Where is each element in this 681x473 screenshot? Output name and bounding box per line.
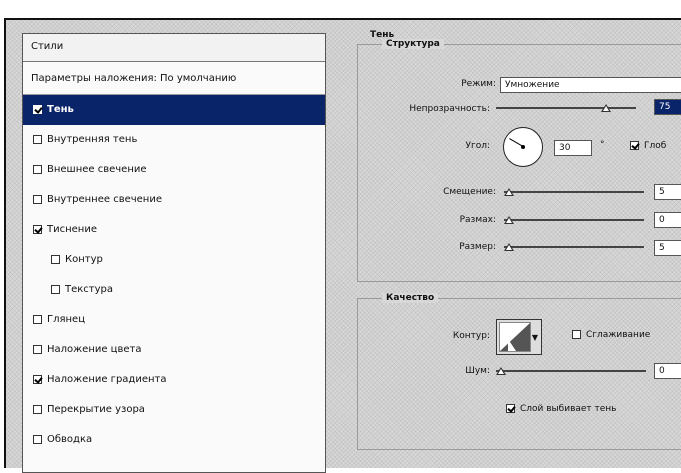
checkbox-icon[interactable] <box>33 164 42 174</box>
checkbox-icon[interactable] <box>33 194 42 204</box>
style-item-label: Тень <box>47 104 74 115</box>
spread-slider-track <box>504 219 644 221</box>
spread-slider-thumb[interactable] <box>504 216 514 224</box>
checkbox-icon[interactable] <box>33 104 42 114</box>
offset-slider[interactable] <box>504 187 644 197</box>
checkbox-icon[interactable] <box>33 434 42 444</box>
contour-label: Контур: <box>452 331 490 341</box>
style-item[interactable]: Обводка <box>23 425 325 455</box>
knockout-label: Слой выбивает тень <box>520 404 617 414</box>
style-item-label: Глянец <box>47 314 86 325</box>
checkbox-icon[interactable] <box>33 134 42 144</box>
angle-unit: ° <box>600 140 605 150</box>
style-item[interactable]: Глянец <box>23 305 325 335</box>
style-item-label: Тиснение <box>47 224 97 235</box>
global-light-label: Глоб <box>644 141 667 151</box>
style-item[interactable]: Контур <box>23 245 325 275</box>
contour-picker[interactable]: ▼ <box>496 319 542 355</box>
style-item[interactable]: Наложение цвета <box>23 335 325 365</box>
style-item-label: Наложение градиента <box>47 374 167 385</box>
style-item-label: Текстура <box>65 284 114 295</box>
quality-legend: Качество <box>382 293 439 303</box>
spread-field[interactable]: 0 <box>654 212 681 228</box>
noise-slider-track <box>496 370 646 372</box>
mode-label: Режим: <box>461 79 496 89</box>
styles-list-panel: Стили Параметры наложения: По умолчанию … <box>22 33 326 473</box>
style-item[interactable]: Внутреннее свечение <box>23 185 325 215</box>
style-item-label: Контур <box>65 254 103 265</box>
checkbox-icon[interactable] <box>630 140 639 150</box>
offset-label: Смещение: <box>443 187 496 197</box>
spread-label: Размах: <box>459 215 496 225</box>
opacity-slider-thumb[interactable] <box>601 104 611 112</box>
opacity-slider[interactable] <box>496 103 636 113</box>
global-light-checkbox[interactable]: Глоб <box>630 140 667 152</box>
angle-field[interactable]: 30 <box>554 140 592 156</box>
checkbox-icon[interactable] <box>33 314 42 324</box>
opacity-field[interactable]: 75 <box>654 99 681 115</box>
checkbox-icon[interactable] <box>33 404 42 414</box>
style-item[interactable]: Тиснение <box>23 215 325 245</box>
checkbox-icon[interactable] <box>506 403 515 413</box>
chevron-down-icon[interactable]: ▼ <box>532 333 538 342</box>
size-slider[interactable] <box>504 242 644 252</box>
structure-fieldset: Структура Режим: Умножение Непрозрачност… <box>357 39 681 282</box>
noise-label: Шум: <box>465 366 490 376</box>
style-item-label: Наложение цвета <box>47 344 142 355</box>
checkbox-icon[interactable] <box>33 344 42 354</box>
styles-header[interactable]: Стили <box>23 34 325 62</box>
spread-slider[interactable] <box>504 215 644 225</box>
style-item[interactable]: Внешнее свечение <box>23 155 325 185</box>
style-item[interactable]: Тень <box>23 95 325 125</box>
mouse-pointer-icon <box>508 339 516 351</box>
checkbox-icon[interactable] <box>33 374 42 384</box>
checkbox-icon[interactable] <box>51 284 60 294</box>
antialias-checkbox[interactable]: Сглаживание <box>572 329 651 341</box>
noise-slider-thumb[interactable] <box>496 367 506 375</box>
knockout-checkbox[interactable]: Слой выбивает тень <box>506 403 617 415</box>
angle-dial-icon[interactable] <box>503 127 543 167</box>
style-item-label: Обводка <box>47 434 93 445</box>
style-item-label: Перекрытие узора <box>47 404 145 415</box>
checkbox-icon[interactable] <box>33 224 42 234</box>
style-item[interactable]: Текстура <box>23 275 325 305</box>
antialias-label: Сглаживание <box>586 330 651 340</box>
offset-slider-track <box>504 191 644 193</box>
size-field[interactable]: 5 <box>654 240 681 256</box>
style-item[interactable]: Наложение градиента <box>23 365 325 395</box>
opacity-label: Непрозрачность: <box>409 104 490 114</box>
style-item[interactable]: Перекрытие узора <box>23 395 325 425</box>
checkbox-icon[interactable] <box>51 254 60 264</box>
style-item-label: Внешнее свечение <box>47 164 147 175</box>
size-slider-thumb[interactable] <box>504 243 514 251</box>
layer-style-dialog: Стили Параметры наложения: По умолчанию … <box>4 18 681 473</box>
quality-fieldset: Качество Контур: ▼ Сглаживание Шум: 0 Сл… <box>357 293 681 450</box>
noise-slider[interactable] <box>496 366 646 376</box>
opacity-slider-track <box>496 107 636 109</box>
structure-legend: Структура <box>382 39 444 49</box>
size-label: Размер: <box>459 242 496 252</box>
angle-dial-center <box>521 145 525 149</box>
style-item-label: Внутреннее свечение <box>47 194 162 205</box>
offset-field[interactable]: 5 <box>654 184 681 200</box>
blend-mode-select[interactable]: Умножение <box>500 77 681 93</box>
angle-label: Угол: <box>465 141 490 151</box>
checkbox-icon[interactable] <box>572 329 581 339</box>
style-item[interactable]: Внутренняя тень <box>23 125 325 155</box>
size-slider-track <box>504 246 644 248</box>
noise-field[interactable]: 0 <box>654 363 681 379</box>
blending-options-item[interactable]: Параметры наложения: По умолчанию <box>23 62 325 95</box>
offset-slider-thumb[interactable] <box>504 188 514 196</box>
style-item-label: Внутренняя тень <box>47 134 138 145</box>
